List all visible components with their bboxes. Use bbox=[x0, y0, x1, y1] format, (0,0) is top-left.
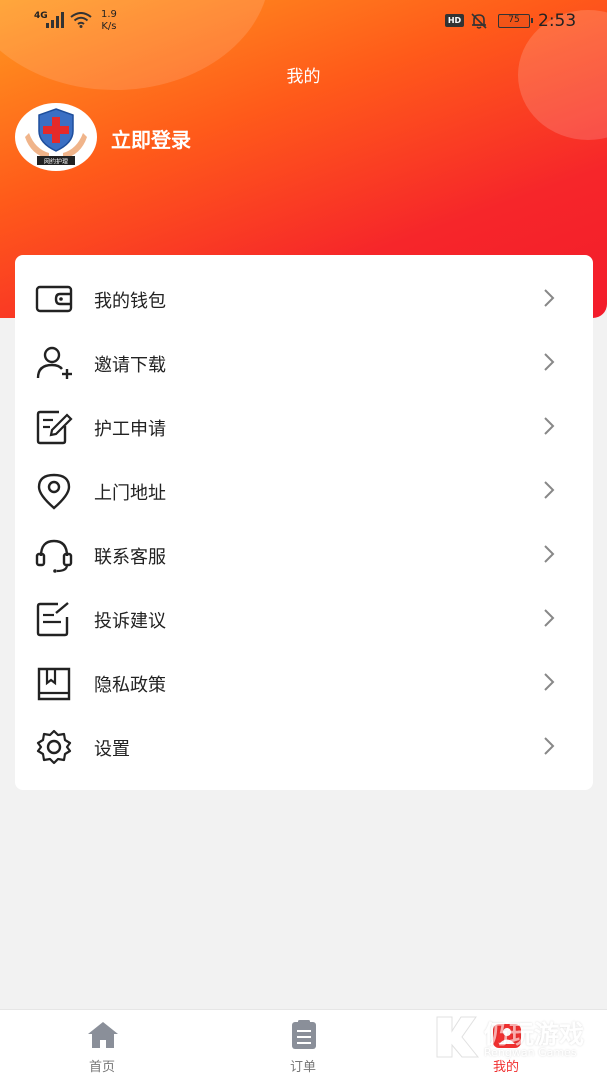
status-bar: 4G 1.9 K/s HD 75 2:53 bbox=[0, 0, 607, 44]
add-user-icon bbox=[36, 346, 72, 379]
chevron-right-icon bbox=[544, 417, 555, 435]
gear-icon bbox=[36, 729, 72, 765]
battery-indicator: 75 bbox=[498, 14, 533, 28]
chevron-right-icon bbox=[544, 545, 555, 563]
network-speed: 1.9 K/s bbox=[101, 9, 117, 33]
avatar[interactable]: 网约护理 bbox=[15, 103, 97, 171]
menu-label: 护工申请 bbox=[94, 419, 166, 440]
book-icon bbox=[37, 667, 71, 701]
chevron-right-icon bbox=[544, 673, 555, 691]
clipboard-icon bbox=[292, 1020, 316, 1049]
menu-label: 上门地址 bbox=[94, 483, 166, 504]
tab-label: 订单 bbox=[289, 1060, 316, 1075]
chevron-right-icon bbox=[544, 481, 555, 499]
home-icon bbox=[88, 1022, 118, 1048]
avatar-logo-text: 网约护理 bbox=[44, 158, 68, 166]
menu-card: 我的钱包 邀请下载 护工申请 上门地址 联系客服 投诉建议 隐私政策 设置 bbox=[15, 255, 593, 790]
watermark-subtext: Rengwan Games bbox=[484, 1046, 577, 1059]
speed-unit: K/s bbox=[101, 21, 117, 32]
speed-value: 1.9 bbox=[101, 9, 117, 20]
menu-item-privacy[interactable]: 隐私政策 bbox=[15, 650, 593, 714]
menu-label: 联系客服 bbox=[94, 547, 166, 568]
chevron-right-icon bbox=[544, 737, 555, 755]
menu-item-customer-service[interactable]: 联系客服 bbox=[15, 522, 593, 586]
chevron-right-icon bbox=[544, 353, 555, 371]
menu-item-invite[interactable]: 邀请下载 bbox=[15, 330, 593, 394]
menu-item-caregiver-apply[interactable]: 护工申请 bbox=[15, 394, 593, 458]
menu-label: 设置 bbox=[94, 739, 130, 760]
chevron-right-icon bbox=[544, 289, 555, 307]
menu-item-wallet[interactable]: 我的钱包 bbox=[15, 266, 593, 330]
wallet-icon bbox=[35, 285, 73, 313]
edit-form-icon bbox=[36, 410, 73, 445]
hd-badge: HD bbox=[445, 14, 464, 27]
menu-item-address[interactable]: 上门地址 bbox=[15, 458, 593, 522]
menu-label: 邀请下载 bbox=[94, 355, 166, 376]
menu-label: 隐私政策 bbox=[94, 675, 166, 696]
tab-orders[interactable]: 订单 bbox=[243, 1010, 363, 1080]
page-title: 我的 bbox=[286, 67, 321, 87]
menu-label: 投诉建议 bbox=[94, 611, 166, 632]
login-button[interactable]: 立即登录 bbox=[111, 124, 191, 153]
tab-home[interactable]: 首页 bbox=[42, 1010, 162, 1080]
menu-label: 我的钱包 bbox=[94, 291, 166, 312]
watermark-logo-icon bbox=[436, 1016, 480, 1058]
watermark: 仍玩游戏 Rengwan Games bbox=[432, 1011, 602, 1066]
bell-muted-icon bbox=[471, 13, 487, 29]
location-pin-icon bbox=[37, 473, 71, 510]
signal-icon bbox=[46, 12, 64, 28]
wifi-icon bbox=[70, 12, 92, 28]
chevron-right-icon bbox=[544, 609, 555, 627]
menu-item-settings[interactable]: 设置 bbox=[15, 714, 593, 778]
feedback-icon bbox=[36, 602, 69, 637]
nursing-logo-icon: 网约护理 bbox=[25, 108, 87, 166]
headset-icon bbox=[35, 539, 73, 573]
tab-label: 首页 bbox=[88, 1060, 115, 1075]
clock: 2:53 bbox=[538, 11, 577, 31]
menu-item-feedback[interactable]: 投诉建议 bbox=[15, 586, 593, 650]
